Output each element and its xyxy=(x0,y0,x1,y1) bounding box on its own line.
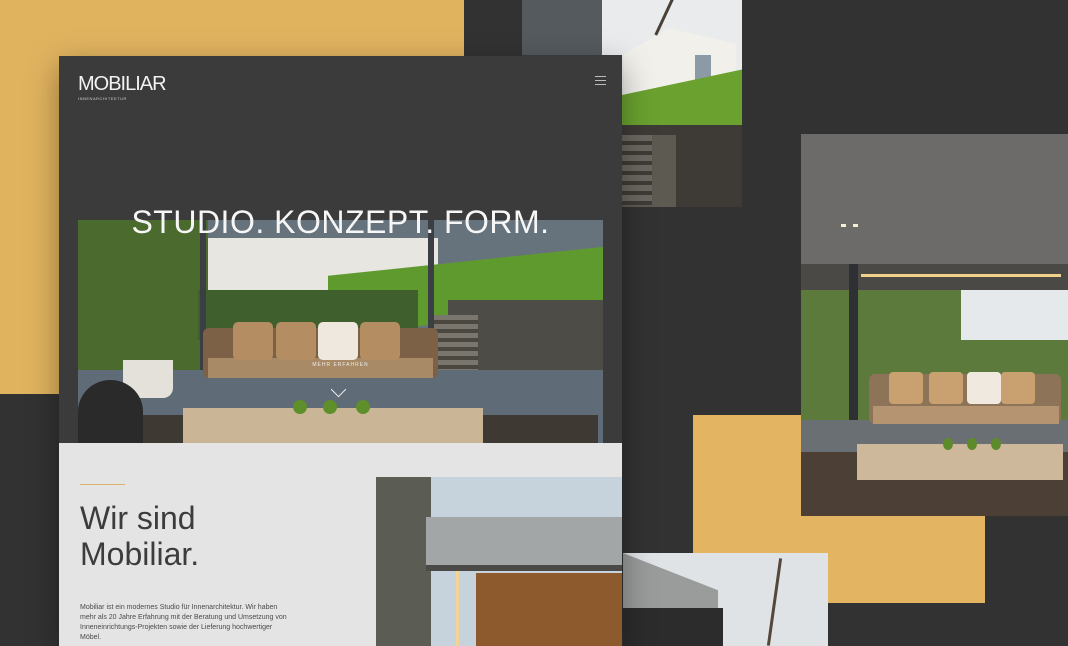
website-mockup: MOBILIAR INNENARCHITEKTUR STUDIO. KONZEP… xyxy=(59,56,622,646)
photo-covered-terrace xyxy=(801,134,1068,516)
showcase-canvas: MOBILIAR INNENARCHITEKTUR STUDIO. KONZEP… xyxy=(0,0,1068,646)
about-heading: Wir sind Mobiliar. xyxy=(80,500,200,572)
hero-image xyxy=(78,220,603,443)
brand-tagline: INNENARCHITEKTUR xyxy=(78,96,127,101)
about-image xyxy=(376,477,622,646)
hero-headline: STUDIO. KONZEPT. FORM. xyxy=(131,204,550,240)
learn-more-link[interactable]: MEHR ERFAHREN xyxy=(59,362,622,368)
about-section: Wir sind Mobiliar. Mobiliar ist ein mode… xyxy=(59,443,622,646)
accent-divider xyxy=(80,484,125,485)
about-body: Mobiliar ist ein modernes Studio für Inn… xyxy=(80,604,287,641)
photo-concrete-tree xyxy=(623,553,828,646)
hamburger-menu-icon[interactable] xyxy=(595,76,606,86)
brand-name: MOBILIAR xyxy=(78,73,167,95)
brand-logo[interactable]: MOBILIAR INNENARCHITEKTUR xyxy=(78,73,167,101)
